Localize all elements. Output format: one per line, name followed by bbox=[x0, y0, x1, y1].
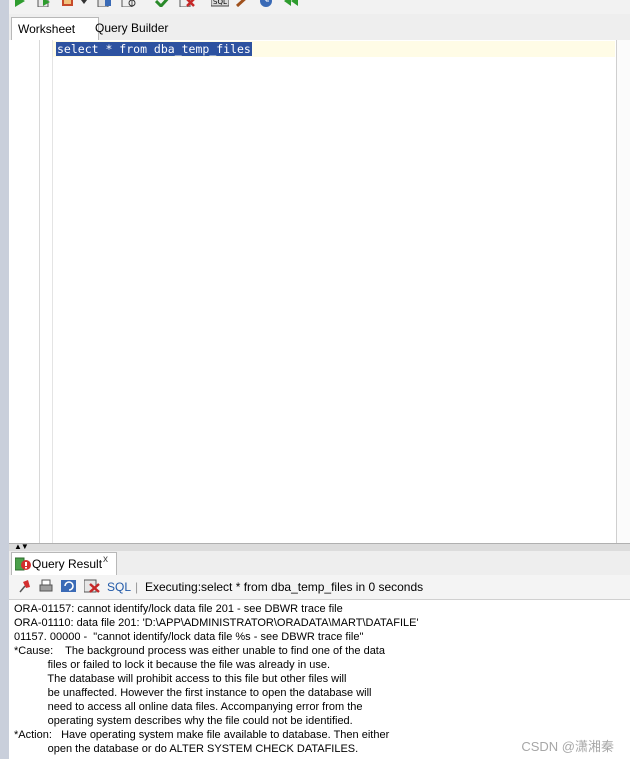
sql-editor[interactable]: select * from dba_temp_files bbox=[9, 40, 630, 543]
print-icon[interactable] bbox=[39, 579, 53, 593]
dbms-output-icon[interactable] bbox=[283, 0, 299, 7]
editor-vertical-scrollbar[interactable] bbox=[616, 40, 630, 543]
close-icon[interactable]: x bbox=[103, 554, 108, 565]
worksheet-tab-bar: Worksheet Query Builder bbox=[9, 14, 630, 41]
collapse-expand-arrows-icon[interactable]: ▲▼ bbox=[14, 543, 29, 551]
unshared-sql-icon[interactable]: SQL bbox=[211, 0, 229, 7]
chevron-down-icon[interactable] bbox=[79, 0, 89, 7]
output-line: be unaffected. However the first instanc… bbox=[14, 687, 372, 699]
watermark: CSDN @潇湘秦 bbox=[521, 739, 614, 754]
clear-icon[interactable] bbox=[235, 0, 250, 7]
output-text: ORA-01157: cannot identify/lock data fil… bbox=[14, 602, 419, 756]
code-folding-margin bbox=[40, 40, 53, 543]
run-statement-icon[interactable] bbox=[13, 0, 26, 7]
results-tab-bar: Query Result x bbox=[9, 551, 630, 576]
tab-worksheet[interactable]: Worksheet bbox=[11, 17, 99, 40]
output-line: need to access all online data files. Ac… bbox=[14, 701, 363, 713]
results-toolbar: SQL | Executing:select * from dba_temp_f… bbox=[9, 575, 630, 600]
rollback-icon[interactable] bbox=[179, 0, 195, 7]
sql-tuning-icon[interactable] bbox=[121, 0, 137, 7]
output-line: ORA-01110: data file 201: 'D:\APP\ADMINI… bbox=[14, 617, 419, 629]
pin-icon[interactable] bbox=[17, 579, 31, 593]
explain-plan-icon[interactable] bbox=[97, 0, 112, 7]
history-icon[interactable] bbox=[259, 0, 274, 7]
tab-query-result[interactable]: Query Result x bbox=[11, 552, 117, 575]
line-number-gutter bbox=[9, 40, 40, 543]
output-line: *Action: Have operating system make file… bbox=[14, 729, 390, 741]
output-line: files or failed to lock it because the f… bbox=[14, 659, 331, 671]
refresh-icon[interactable] bbox=[61, 579, 77, 593]
execution-status: Executing:select * from dba_temp_files i… bbox=[145, 580, 424, 594]
output-line: *Cause: The background process was eithe… bbox=[14, 645, 385, 657]
toolbar-separator: | bbox=[135, 580, 139, 594]
run-script-icon[interactable] bbox=[37, 0, 51, 7]
delete-icon[interactable] bbox=[84, 579, 100, 593]
commit-icon[interactable] bbox=[155, 0, 171, 7]
query-result-label: Query Result bbox=[32, 557, 103, 571]
worksheet-toolbar: SQL bbox=[9, 0, 630, 14]
output-line: open the database or do ALTER SYSTEM CHE… bbox=[14, 743, 359, 755]
output-line: operating system describes why the file … bbox=[14, 715, 353, 727]
output-line: 01157. 00000 - "cannot identify/lock dat… bbox=[14, 631, 364, 643]
output-line: The database will prohibit access to thi… bbox=[14, 673, 347, 685]
query-result-icon bbox=[15, 557, 31, 571]
tab-query-builder[interactable]: Query Builder bbox=[89, 17, 174, 39]
sql-link[interactable]: SQL bbox=[107, 580, 131, 594]
sql-statement[interactable]: select * from dba_temp_files bbox=[56, 42, 252, 56]
autotrace-icon[interactable] bbox=[61, 0, 75, 7]
svg-text:SQL: SQL bbox=[213, 0, 227, 6]
output-line: ORA-01157: cannot identify/lock data fil… bbox=[14, 603, 343, 615]
